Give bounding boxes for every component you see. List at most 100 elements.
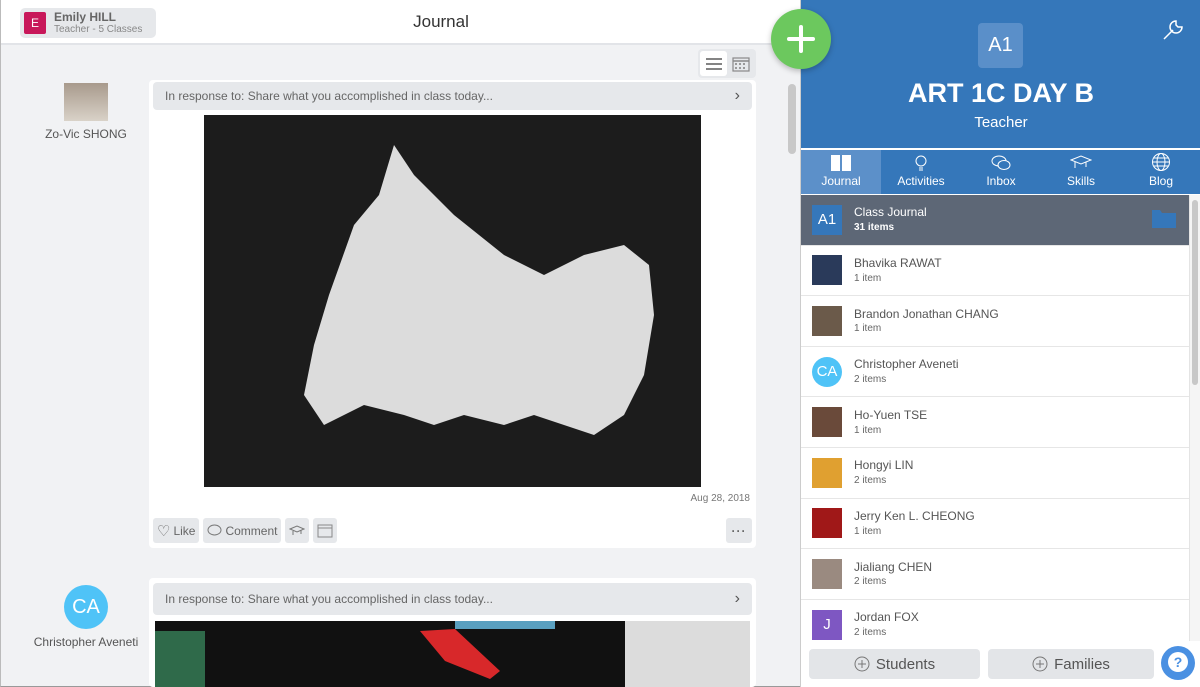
item-count: 1 item: [854, 272, 882, 284]
add-families-button[interactable]: Families: [988, 649, 1154, 679]
author-photo: [64, 83, 108, 121]
class-role: Teacher: [974, 114, 1028, 131]
student-list-item[interactable]: Hongyi LIN 2 items: [801, 448, 1189, 499]
page-title: Journal: [413, 12, 469, 31]
like-label: Like: [173, 523, 196, 538]
user-avatar: E: [24, 12, 46, 34]
help-button[interactable]: ?: [1161, 646, 1195, 680]
class-journal-item[interactable]: A1 Class Journal 31 items: [801, 195, 1189, 246]
feed-scrollbar[interactable]: [788, 84, 796, 154]
item-name: Class Journal: [854, 205, 927, 220]
student-list-item[interactable]: Jialiang CHEN 2 items: [801, 549, 1189, 600]
help-question-icon: ?: [1168, 652, 1188, 672]
author-name: Zo-Vic SHONG: [45, 127, 127, 141]
calendar-icon: [731, 56, 750, 72]
skills-button[interactable]: [285, 518, 310, 543]
families-label: Families: [1054, 655, 1110, 673]
response-to-link[interactable]: In response to: Share what you accomplis…: [153, 583, 752, 615]
student-list: A1 Class Journal 31 items Bhavika RAWAT 1 it…: [801, 195, 1189, 641]
post-author[interactable]: Zo-Vic SHONG: [16, 83, 156, 141]
item-name: Bhavika RAWAT: [854, 255, 942, 270]
item-name: Jordan FOX: [854, 610, 919, 625]
item-count: 2 items: [854, 475, 887, 487]
tab-skills[interactable]: Skills: [1041, 150, 1121, 194]
craft-tools-photo: [155, 621, 750, 687]
avatar: [812, 558, 842, 589]
student-list-item[interactable]: CA Christopher Aveneti 2 items: [801, 347, 1189, 398]
class-tabs: Journal Activities Inbox Skills Blog: [801, 150, 1200, 194]
plus-icon: [787, 25, 815, 53]
ellipsis-icon: ···: [731, 523, 747, 538]
post-image[interactable]: [204, 115, 701, 487]
tab-label: Blog: [1148, 174, 1174, 188]
top-bar: E Emily HILL Teacher - 5 Classes Journal: [1, 0, 801, 45]
author-avatar: CA: [64, 585, 108, 629]
item-name: Hongyi LIN: [854, 458, 914, 473]
item-name: Christopher Aveneti: [854, 357, 959, 372]
class-header: A1 ART 1C DAY B Teacher: [801, 0, 1200, 148]
add-students-button[interactable]: Students: [809, 649, 980, 679]
item-name: Jialiang CHEN: [854, 559, 933, 574]
calendar-view-button[interactable]: [727, 51, 754, 76]
item-count: 1 item: [854, 323, 882, 335]
tab-journal[interactable]: Journal: [801, 150, 881, 194]
chat-bubbles-icon: [991, 155, 1011, 170]
globe-icon: [1152, 153, 1170, 171]
post-actions: ♡ Like Comment ···: [153, 518, 752, 543]
settings-button[interactable]: [1161, 18, 1185, 47]
comment-label: Comment: [225, 523, 278, 538]
add-post-button[interactable]: [771, 9, 831, 69]
user-subtitle: Teacher - 5 Classes: [54, 24, 143, 36]
item-count: 1 item: [854, 525, 882, 537]
student-list-item[interactable]: J Jordan FOX 2 items: [801, 600, 1189, 641]
avatar: CA: [812, 356, 842, 387]
class-panel: A1 ART 1C DAY B Teacher Journal Activiti…: [800, 0, 1200, 687]
item-count: 2 items: [854, 626, 887, 638]
item-count: 2 items: [854, 373, 887, 385]
graduation-cap-icon: [1070, 155, 1092, 168]
item-name: Brandon Jonathan CHANG: [854, 306, 999, 321]
avatar: A1: [812, 204, 842, 235]
post-image[interactable]: [155, 621, 750, 687]
wrench-icon: [1163, 20, 1183, 40]
heart-icon: ♡: [157, 522, 171, 540]
student-list-item[interactable]: Bhavika RAWAT 1 item: [801, 246, 1189, 297]
user-account-button[interactable]: E Emily HILL Teacher - 5 Classes: [20, 8, 156, 38]
response-to-text: In response to: Share what you accomplis…: [165, 89, 493, 103]
list-view-button[interactable]: [700, 51, 727, 76]
svg-text:?: ?: [1174, 654, 1183, 670]
avatar: J: [812, 609, 842, 640]
comment-button[interactable]: Comment: [203, 518, 282, 543]
response-to-text: In response to: Share what you accomplis…: [165, 592, 493, 606]
more-options-button[interactable]: ···: [726, 518, 752, 543]
students-label: Students: [875, 655, 936, 673]
book-icon: [831, 155, 851, 171]
tab-label: Journal: [821, 174, 861, 188]
student-list-item[interactable]: Jerry Ken L. CHEONG 1 item: [801, 499, 1189, 550]
response-to-link[interactable]: In response to: Share what you accomplis…: [153, 82, 752, 110]
tab-blog[interactable]: Blog: [1121, 150, 1200, 194]
tab-inbox[interactable]: Inbox: [961, 150, 1041, 194]
journal-post: In response to: Share what you accomplis…: [149, 578, 756, 687]
bottom-bar: Students Families: [801, 641, 1200, 687]
view-toggle: [698, 49, 756, 78]
add-circle-icon: [854, 656, 870, 672]
folder-button[interactable]: [313, 518, 338, 543]
list-icon: [705, 57, 722, 70]
student-list-item[interactable]: Ho-Yuen TSE 1 item: [801, 397, 1189, 448]
lightbulb-icon: [915, 155, 927, 171]
post-date: Aug 28, 2018: [690, 493, 751, 504]
like-button[interactable]: ♡ Like: [153, 518, 200, 543]
tab-activities[interactable]: Activities: [881, 150, 961, 194]
chevron-right-icon: ›: [734, 87, 740, 104]
item-name: Jerry Ken L. CHEONG: [854, 508, 975, 523]
scrollbar-thumb[interactable]: [1192, 200, 1198, 385]
folder-icon[interactable]: [1151, 207, 1177, 229]
comment-icon: [207, 524, 222, 536]
student-list-item[interactable]: Brandon Jonathan CHANG 1 item: [801, 296, 1189, 347]
post-author[interactable]: CA Christopher Aveneti: [16, 585, 156, 649]
avatar: [812, 305, 842, 336]
user-name: Emily HILL: [54, 9, 117, 24]
class-badge: A1: [978, 23, 1023, 68]
graduation-cap-icon: [289, 524, 306, 535]
